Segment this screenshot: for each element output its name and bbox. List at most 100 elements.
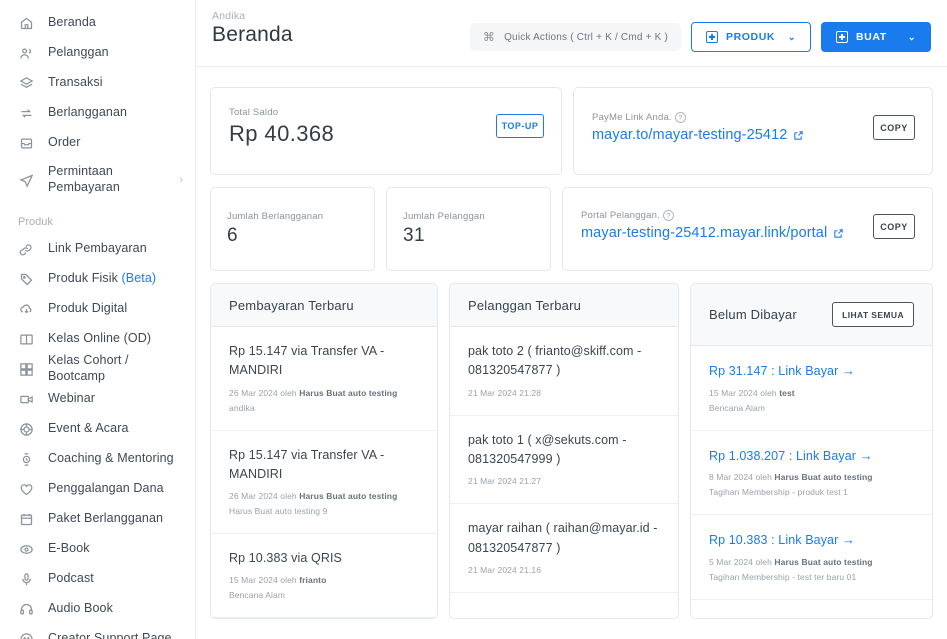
sidebar-item-kelas-online[interactable]: Kelas Online (OD) [0, 324, 195, 354]
jumlah-berlangganan-label: Jumlah Berlangganan [227, 211, 324, 222]
main-content: Andika Beranda ⌘ Quick Actions ( Ctrl + … [196, 0, 947, 639]
calendar-icon [18, 511, 34, 527]
book-icon [18, 331, 34, 347]
page-heading-group: Andika Beranda [212, 10, 293, 47]
help-icon[interactable]: ? [674, 112, 686, 123]
quick-actions-button[interactable]: ⌘ Quick Actions ( Ctrl + K / Cmd + K ) [469, 23, 681, 51]
video-icon [18, 391, 34, 407]
jumlah-berlangganan-value: 6 [227, 225, 238, 246]
help-icon[interactable]: ? [662, 210, 674, 221]
sidebar-item-label: Coaching & Mentoring [48, 451, 174, 466]
mic-icon [18, 571, 34, 587]
belum-dibayar-panel: Belum Dibayar LIHAT SEMUA Rp 31.147 : Li… [690, 283, 933, 620]
sidebar-item-paket-berlangganan[interactable]: Paket Berlangganan [0, 504, 195, 534]
sidebar-item-label: Podcast [48, 571, 94, 586]
arrow-right-icon: → [859, 447, 873, 463]
sidebar-item-label: Berlangganan [48, 105, 128, 120]
panels-row: Pembayaran Terbaru Rp 15.147 via Transfe… [210, 283, 933, 620]
sidebar-item-label: Kelas Online (OD) [48, 331, 152, 346]
topup-button[interactable]: TOP-UP [496, 114, 544, 138]
sidebar-item-label: Produk Fisik (Beta) [48, 271, 157, 286]
quick-actions-label: Quick Actions ( Ctrl + K / Cmd + K ) [504, 31, 668, 43]
sidebar-item-ebook[interactable]: E-Book [0, 534, 195, 564]
sidebar-item-creator-support-page[interactable]: Creator Support Page [0, 624, 195, 639]
cloud-download-icon [18, 301, 34, 317]
tag-icon [18, 271, 34, 287]
list-item[interactable]: Rp 31.147 : Link Bayar → 15 Mar 2024 ole… [691, 346, 932, 431]
payme-link[interactable]: mayar.to/mayar-testing-25412 [592, 127, 804, 143]
grid-icon [18, 361, 34, 377]
list-item[interactable]: Rp 15.147 via Transfer VA - MANDIRI 26 M… [211, 327, 437, 431]
sidebar-item-permintaan-pembayaran[interactable]: Permintaan Pembayaran › [0, 158, 195, 202]
buat-button-label: BUAT [856, 31, 887, 43]
sidebar-item-beranda[interactable]: Beranda [0, 8, 195, 38]
list-item[interactable]: mayar raihan ( raihan@mayar.id - 0813205… [450, 504, 678, 593]
portal-link-text: mayar-testing-25412.mayar.link/portal [581, 225, 828, 242]
chevron-right-icon[interactable]: › [179, 174, 183, 186]
dashboard-content: Total Saldo Rp 40.368 TOP-UP PayMe Link … [196, 67, 947, 620]
unpaid-title[interactable]: Rp 10.383 : Link Bayar → [709, 530, 914, 550]
sidebar-item-coaching-mentoring[interactable]: Coaching & Mentoring [0, 444, 195, 474]
chevron-down-icon: ⌄ [907, 31, 916, 42]
sidebar-item-produk-fisik[interactable]: Produk Fisik (Beta) [0, 264, 195, 294]
unpaid-title[interactable]: Rp 31.147 : Link Bayar → [709, 361, 914, 381]
list-item[interactable]: Rp 10.383 : Link Bayar → 5 Mar 2024 oleh… [691, 515, 932, 600]
disc-icon [18, 541, 34, 557]
jumlah-pelanggan-value: 31 [403, 225, 425, 246]
produk-button[interactable]: PRODUK ⌄ [691, 22, 811, 52]
sidebar-item-audio-book[interactable]: Audio Book [0, 594, 195, 624]
lihat-semua-button[interactable]: LIHAT SEMUA [832, 302, 914, 327]
sidebar-item-podcast[interactable]: Podcast [0, 564, 195, 594]
jumlah-pelanggan-card: Jumlah Pelanggan 31 [386, 187, 551, 271]
sidebar-item-transaksi[interactable]: Transaksi [0, 68, 195, 98]
breadcrumb: Andika [212, 10, 246, 22]
sidebar-item-kelas-cohort[interactable]: Kelas Cohort / Bootcamp [0, 353, 195, 384]
watch-icon [18, 451, 34, 467]
sidebar-section-produk: Produk [18, 216, 53, 228]
sidebar: Beranda Pelanggan Transaksi Berlangganan [0, 0, 196, 639]
sidebar-item-penggalangan-dana[interactable]: Penggalangan Dana [0, 474, 195, 504]
portal-pelanggan-label: Portal Pelanggan.? [581, 210, 914, 221]
list-item[interactable]: Rp 1.038.207 : Link Bayar → 8 Mar 2024 o… [691, 431, 932, 515]
unpaid-title[interactable]: Rp 1.038.207 : Link Bayar → [709, 446, 914, 466]
list-item[interactable]: pak toto 1 ( x@sekuts.com - 081320547999… [450, 416, 678, 505]
jumlah-berlangganan-card: Jumlah Berlangganan 6 [210, 187, 375, 271]
copy-payme-button[interactable]: COPY [873, 115, 915, 140]
payment-meta: 26 Mar 2024 oleh Harus Buat auto testing… [229, 491, 398, 517]
sidebar-item-event-acara[interactable]: Event & Acara [0, 414, 195, 444]
chevron-down-icon: ⌄ [787, 31, 796, 42]
payment-title: Rp 15.147 via Transfer VA - MANDIRI [229, 447, 385, 481]
panel-header: Pelanggan Terbaru [450, 284, 678, 327]
unpaid-meta: 15 Mar 2024 oleh test Bencana Alam [709, 387, 795, 413]
panel-title: Belum Dibayar [709, 307, 797, 322]
customer-title: mayar raihan ( raihan@mayar.id - 0813205… [468, 521, 658, 555]
list-item[interactable]: Rp 10.383 via QRIS 15 Mar 2024 oleh fria… [211, 534, 437, 619]
sidebar-item-pelanggan[interactable]: Pelanggan [0, 38, 195, 68]
users-icon [18, 45, 34, 61]
buat-button[interactable]: BUAT ⌄ [821, 22, 931, 52]
smile-icon [18, 631, 34, 639]
sidebar-item-order[interactable]: Order [0, 128, 195, 158]
list-item[interactable]: Rp 15.147 via Transfer VA - MANDIRI 26 M… [211, 431, 437, 534]
payment-title: Rp 10.383 via QRIS [229, 551, 342, 565]
total-saldo-card: Total Saldo Rp 40.368 TOP-UP [210, 87, 562, 175]
arrow-right-icon: → [841, 363, 856, 378]
sidebar-item-label: Produk Digital [48, 301, 128, 316]
portal-link[interactable]: mayar-testing-25412.mayar.link/portal [581, 225, 844, 241]
app-root: Beranda Pelanggan Transaksi Berlangganan [0, 0, 947, 639]
plus-square-icon [706, 31, 718, 43]
sidebar-item-label: Link Pembayaran [48, 241, 147, 256]
copy-portal-button[interactable]: COPY [873, 214, 915, 239]
layers-icon [18, 75, 34, 91]
customer-date: 21 Mar 2024 21.28 [468, 387, 542, 398]
sidebar-item-label: Penggalangan Dana [48, 481, 164, 496]
list-item[interactable]: pak toto 2 ( frianto@skiff.com - 0813205… [450, 327, 678, 416]
stats-row-1: Total Saldo Rp 40.368 TOP-UP PayMe Link … [210, 87, 933, 175]
sidebar-item-webinar[interactable]: Webinar [0, 384, 195, 414]
customer-date: 21 Mar 2024 21.27 [468, 476, 542, 487]
stats-row-2: Jumlah Berlangganan 6 Jumlah Pelanggan 3… [210, 187, 933, 271]
sidebar-item-link-pembayaran[interactable]: Link Pembayaran [0, 234, 195, 264]
sidebar-item-berlangganan[interactable]: Berlangganan [0, 98, 195, 128]
sidebar-item-produk-digital[interactable]: Produk Digital [0, 294, 195, 324]
command-icon: ⌘ [482, 30, 496, 44]
